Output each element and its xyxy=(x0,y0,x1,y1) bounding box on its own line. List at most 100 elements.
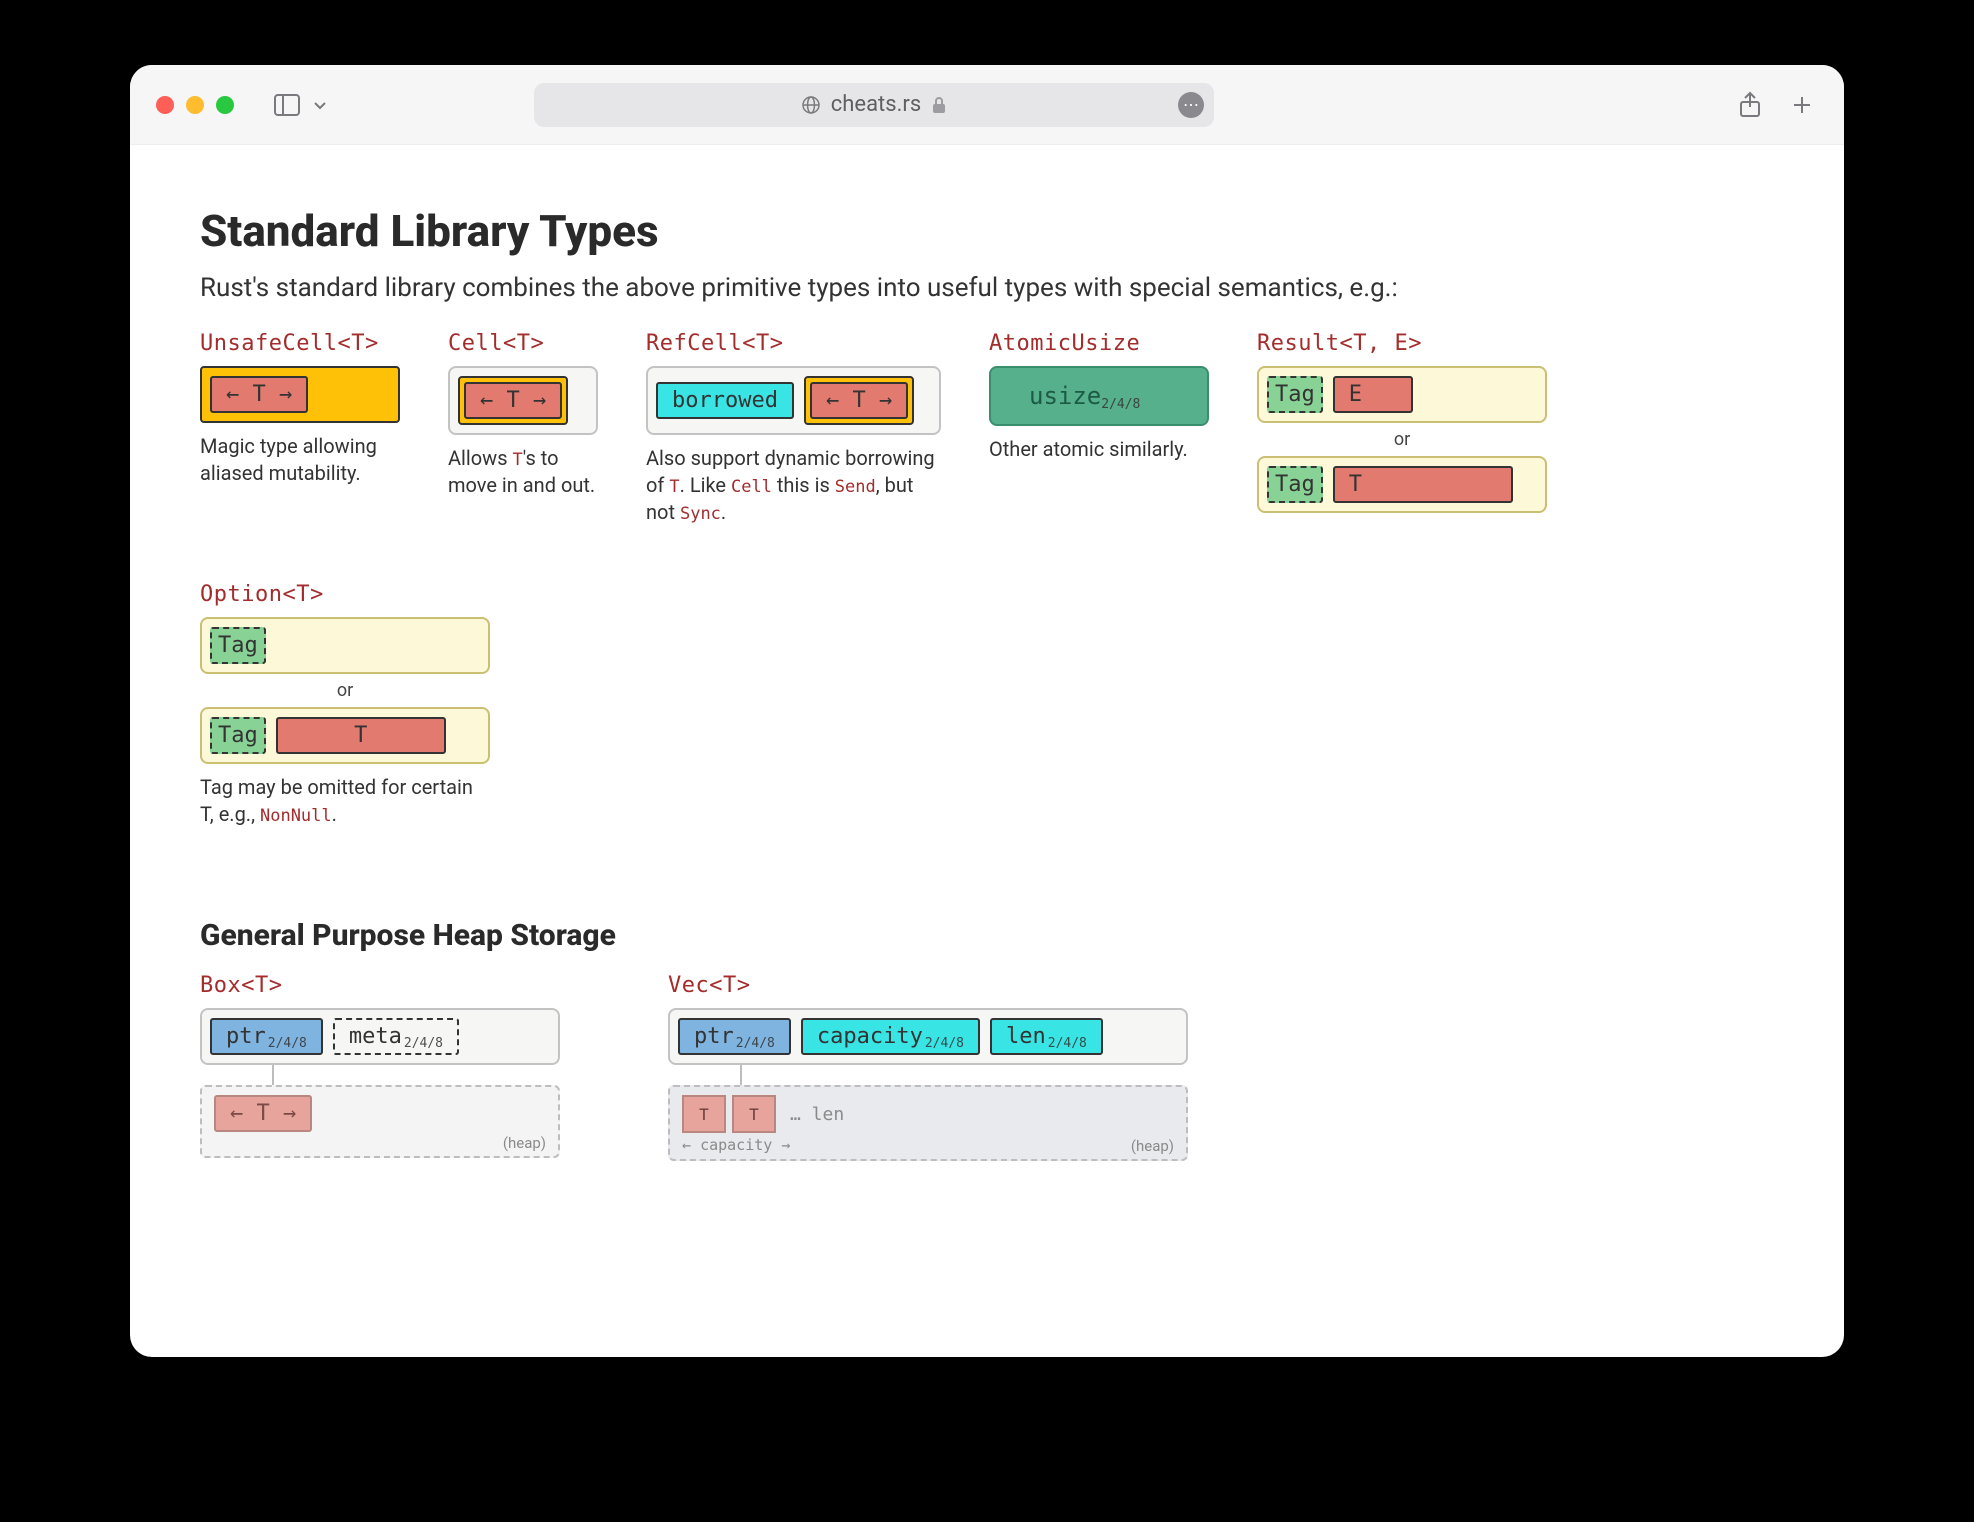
type-name-vec: Vec<T> xyxy=(668,973,1188,998)
share-icon[interactable] xyxy=(1738,91,1762,119)
tag-box: Tag xyxy=(1267,466,1323,503)
desc-atomic: Other atomic similarly. xyxy=(989,436,1209,463)
sidebar-icon[interactable] xyxy=(274,94,300,116)
cap-arrows: ← capacity → xyxy=(682,1136,790,1154)
desc-text: . xyxy=(332,802,337,826)
type-name-result: Result<T, E> xyxy=(1257,331,1547,356)
desc-option: Tag may be omitted for certain T, e.g., … xyxy=(200,774,490,828)
desc-unsafecell: Magic type allowing aliased mutability. xyxy=(200,433,400,487)
more-icon[interactable]: ⋯ xyxy=(1178,92,1204,118)
traffic-lights xyxy=(150,96,234,114)
type-name-cell: Cell<T> xyxy=(448,331,598,356)
maximize-icon[interactable] xyxy=(216,96,234,114)
entry-atomic: AtomicUsize usize2/4/8 Other atomic simi… xyxy=(989,331,1209,463)
type-name-refcell: RefCell<T> xyxy=(646,331,941,356)
ptr-box: ptr2/4/8 xyxy=(210,1018,323,1055)
minimize-icon[interactable] xyxy=(186,96,204,114)
capacity-text: capacity xyxy=(817,1024,923,1049)
box-heap: ← T → (heap) xyxy=(200,1085,560,1158)
entry-refcell: RefCell<T> borrowed ← T → Also support d… xyxy=(646,331,941,526)
inner-t: ← T → xyxy=(464,382,562,419)
heap-label: (heap) xyxy=(1131,1137,1174,1155)
type-name-atomic: AtomicUsize xyxy=(989,331,1209,356)
diagram-refcell: borrowed ← T → xyxy=(646,366,941,435)
types-row-1: UnsafeCell<T> ← T → Magic type allowing … xyxy=(200,331,1774,526)
code-inline: T xyxy=(513,450,523,470)
capacity-box: capacity2/4/8 xyxy=(801,1018,980,1055)
vec-item: T xyxy=(732,1095,776,1133)
vec-item: T xyxy=(682,1095,726,1133)
address-bar[interactable]: cheats.rs ⋯ xyxy=(534,83,1214,127)
page-intro: Rust's standard library combines the abo… xyxy=(200,273,1774,303)
new-tab-icon[interactable] xyxy=(1790,93,1814,117)
usize-label: usize2/4/8 xyxy=(1009,376,1160,416)
tag-box: Tag xyxy=(1267,376,1323,413)
type-name-box: Box<T> xyxy=(200,973,560,998)
or-label: or xyxy=(200,680,490,701)
code-inline: Cell xyxy=(731,477,772,497)
desc-text: Allows xyxy=(448,446,513,470)
ptr-text: ptr xyxy=(694,1024,734,1049)
usize-text: usize xyxy=(1029,382,1101,410)
ptr-box: ptr2/4/8 xyxy=(678,1018,791,1055)
sub-text: 2/4/8 xyxy=(268,1036,307,1051)
diagram-cell-outer: ← T → xyxy=(448,366,598,435)
entry-cell: Cell<T> ← T → Allows T's to move in and … xyxy=(448,331,598,499)
inner-t: ← T → xyxy=(810,382,908,419)
t-box: T xyxy=(276,717,446,754)
diagram-unsafecell: ← T → xyxy=(200,366,400,423)
chevron-down-icon[interactable] xyxy=(312,97,328,113)
len-text: len xyxy=(1006,1024,1046,1049)
sub-text: 2/4/8 xyxy=(404,1036,443,1051)
tag-box: Tag xyxy=(210,627,266,664)
desc-cell: Allows T's to move in and out. xyxy=(448,445,598,499)
entry-result: Result<T, E> Tag E or Tag T xyxy=(1257,331,1547,513)
browser-window: cheats.rs ⋯ xyxy=(130,65,1844,1357)
t-box: T xyxy=(1333,466,1513,503)
vec-top: ptr2/4/8 capacity2/4/8 len2/4/8 xyxy=(668,1008,1188,1065)
entry-option: Option<T> Tag or Tag T Tag may be omitte… xyxy=(200,582,490,828)
desc-refcell: Also support dynamic borrowing of T. Lik… xyxy=(646,445,941,526)
sub-text: 2/4/8 xyxy=(736,1036,775,1051)
types-row-2: Option<T> Tag or Tag T Tag may be omitte… xyxy=(200,582,1774,828)
close-icon[interactable] xyxy=(156,96,174,114)
type-name-option: Option<T> xyxy=(200,582,490,607)
heap-label: (heap) xyxy=(214,1134,546,1152)
result-row-e: Tag E xyxy=(1257,366,1547,423)
desc-text: this is xyxy=(772,473,835,497)
desc-text: . xyxy=(721,500,726,524)
connector-line xyxy=(272,1065,274,1085)
len-ellipsis: … len xyxy=(790,1104,844,1125)
page-title: Standard Library Types xyxy=(200,205,1774,257)
result-row-t: Tag T xyxy=(1257,456,1547,513)
sub-text: 2/4/8 xyxy=(1048,1036,1087,1051)
browser-toolbar: cheats.rs ⋯ xyxy=(130,65,1844,145)
connector-line xyxy=(740,1065,742,1085)
code-inline: Send xyxy=(835,477,876,497)
box-top: ptr2/4/8 meta2/4/8 xyxy=(200,1008,560,1065)
option-row-2: Tag T xyxy=(200,707,490,764)
sub-text: 2/4/8 xyxy=(925,1036,964,1051)
address-url: cheats.rs xyxy=(831,92,921,117)
meta-text: meta xyxy=(349,1024,402,1049)
page-content: Standard Library Types Rust's standard l… xyxy=(130,145,1844,1357)
heap-heading: General Purpose Heap Storage xyxy=(200,918,1774,953)
heap-t: ← T → xyxy=(214,1095,312,1132)
entry-unsafecell: UnsafeCell<T> ← T → Magic type allowing … xyxy=(200,331,400,487)
ptr-text: ptr xyxy=(226,1024,266,1049)
refcell-yellow: ← T → xyxy=(804,376,914,425)
diagram-atomic: usize2/4/8 xyxy=(989,366,1209,426)
len-box: len2/4/8 xyxy=(990,1018,1103,1055)
e-box: E xyxy=(1333,376,1413,413)
vec-heap: T T … len ← capacity → (heap) xyxy=(668,1085,1188,1161)
code-inline: Sync xyxy=(680,504,721,524)
diagram-cell-yellow: ← T → xyxy=(458,376,568,425)
option-row-1: Tag xyxy=(200,617,490,674)
code-inline: NonNull xyxy=(260,806,332,826)
tag-box: Tag xyxy=(210,717,266,754)
globe-icon xyxy=(801,95,821,115)
inner-t: ← T → xyxy=(210,376,308,413)
entry-box: Box<T> ptr2/4/8 meta2/4/8 ← T → xyxy=(200,973,560,1158)
borrowed-box: borrowed xyxy=(656,382,794,419)
toolbar-left xyxy=(274,94,328,116)
